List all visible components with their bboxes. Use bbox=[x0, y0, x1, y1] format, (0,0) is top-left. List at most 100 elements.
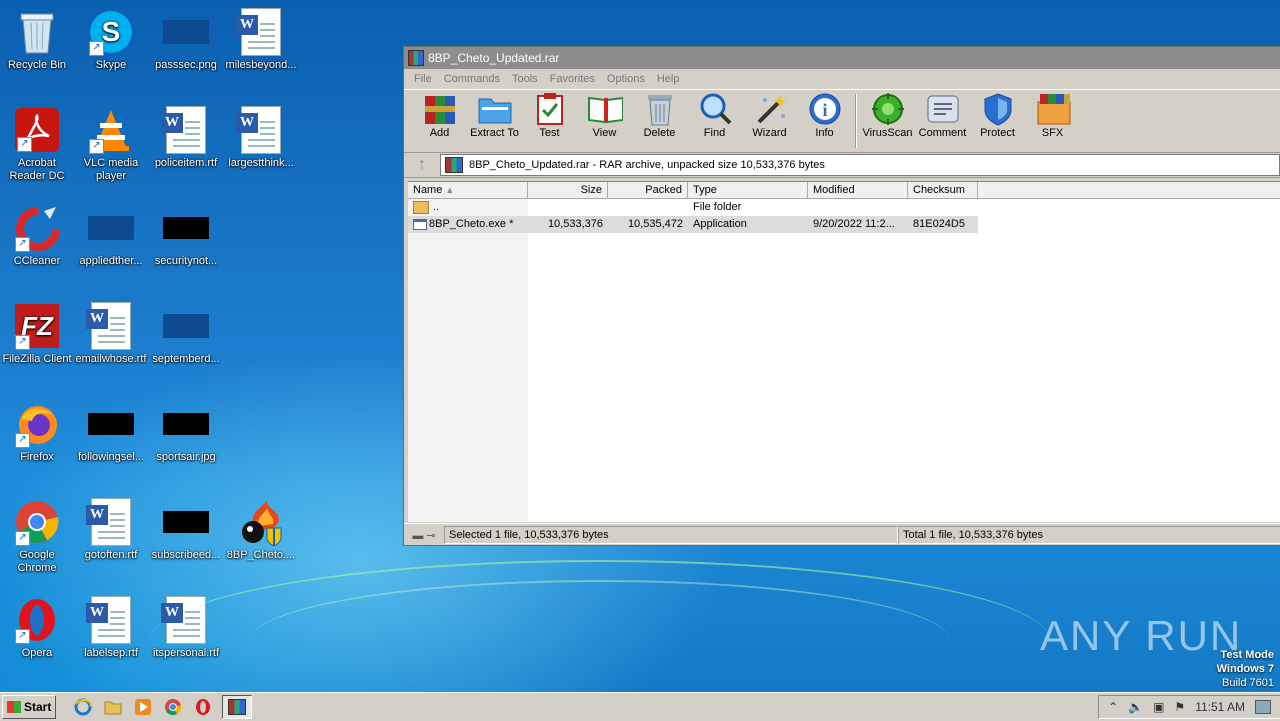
start-button[interactable]: Start bbox=[2, 695, 57, 719]
desktop-icon-septemberd[interactable]: septemberd... bbox=[149, 296, 223, 366]
desktop-icon-vlc[interactable]: ↗ VLC media player bbox=[74, 100, 148, 183]
file-name: .. bbox=[433, 201, 440, 213]
sfx-button-label: SFX bbox=[1041, 127, 1064, 139]
menu-file[interactable]: File bbox=[408, 73, 438, 85]
desktop-icon-skype[interactable]: S ↗ Skype bbox=[74, 2, 148, 72]
file-checksum: 81E024D5 bbox=[908, 216, 978, 233]
chrome-taskbar-icon[interactable] bbox=[162, 696, 184, 718]
internet-explorer-icon[interactable] bbox=[72, 696, 94, 718]
desktop-icon-filezilla[interactable]: FZ ↗ FileZilla Client bbox=[0, 296, 74, 366]
network-icon[interactable]: ▣ bbox=[1153, 700, 1164, 714]
column-header-modified[interactable]: Modified bbox=[808, 182, 908, 198]
desktop-icon-milesbeyond[interactable]: W milesbeyond... bbox=[224, 2, 298, 72]
file-type: Application bbox=[688, 216, 808, 233]
desktop-icon-appliedther[interactable]: appliedther... bbox=[74, 198, 148, 268]
find-button[interactable]: Find bbox=[687, 90, 742, 139]
shortcut-arrow-icon: ↗ bbox=[89, 139, 104, 154]
show-desktop-icon[interactable] bbox=[1255, 700, 1271, 714]
file-size bbox=[528, 199, 608, 216]
desktop-icon-passsec[interactable]: passsec.png bbox=[149, 2, 223, 72]
column-header-name[interactable]: Name ▲ bbox=[408, 182, 528, 198]
wizard-button[interactable]: Wizard bbox=[742, 90, 797, 139]
add-button[interactable]: Add bbox=[412, 90, 467, 139]
desktop-icon-label: Opera bbox=[21, 647, 53, 659]
desktop-icon-8bp-cheto[interactable]: 8BP_Cheto.... bbox=[224, 492, 298, 562]
desktop-icon-recycle-bin[interactable]: Recycle Bin bbox=[0, 2, 74, 72]
column-header-type[interactable]: Type bbox=[688, 182, 808, 198]
column-header-size[interactable]: Size bbox=[528, 182, 608, 198]
volume-icon[interactable]: 🔈 bbox=[1128, 700, 1143, 714]
comment-button[interactable]: Comment bbox=[915, 90, 970, 139]
opera-taskbar-icon[interactable] bbox=[192, 696, 214, 718]
word-document-icon: W bbox=[86, 302, 131, 350]
desktop-icon-sportsair[interactable]: sportsair.jpg bbox=[149, 394, 223, 464]
address-text: 8BP_Cheto_Updated.rar - RAR archive, unp… bbox=[469, 159, 825, 171]
desktop-icon-label: Skype bbox=[95, 59, 127, 71]
address-field[interactable]: 8BP_Cheto_Updated.rar - RAR archive, unp… bbox=[440, 154, 1280, 176]
file-list-header: Name ▲ Size Packed Type Modified Checksu… bbox=[408, 182, 1280, 199]
status-bar: ▬ ⊸ Selected 1 file, 10,533,376 bytes To… bbox=[404, 523, 1280, 546]
view-button-label: View bbox=[592, 127, 617, 139]
desktop-icon-label: securitynot... bbox=[154, 255, 218, 267]
sfx-button[interactable]: SFX bbox=[1025, 90, 1080, 139]
magic-wand-icon bbox=[757, 94, 787, 124]
window-titlebar[interactable]: 8BP_Cheto_Updated.rar bbox=[404, 47, 1280, 69]
windows-version-line: Windows 7 bbox=[1216, 663, 1274, 675]
build-line: Build 7601 bbox=[1222, 677, 1274, 689]
word-document-icon: W bbox=[236, 106, 281, 154]
info-button[interactable]: i Info bbox=[797, 90, 852, 139]
view-button[interactable]: View bbox=[577, 90, 632, 139]
desktop-icon-labelsep[interactable]: W labelsep.rtf bbox=[74, 590, 148, 660]
virusscan-button-label: VirusScan bbox=[862, 127, 913, 139]
extract-to-button[interactable]: Extract To bbox=[467, 90, 522, 139]
desktop-icon-emailwhose[interactable]: W emailwhose.rtf bbox=[74, 296, 148, 366]
desktop-icon-label: subscribeed... bbox=[151, 549, 221, 561]
winrar-taskbar-icon[interactable] bbox=[222, 695, 253, 719]
desktop-icon-acrobat[interactable]: ↗ Acrobat Reader DC bbox=[0, 100, 74, 183]
file-row-selected[interactable]: 8BP_Cheto.exe * 10,533,376 10,535,472 Ap… bbox=[408, 216, 1280, 233]
menu-help[interactable]: Help bbox=[651, 73, 686, 85]
media-player-icon[interactable] bbox=[132, 696, 154, 718]
desktop-icon-ccleaner[interactable]: ↗ CCleaner bbox=[0, 198, 74, 268]
desktop-icon-opera[interactable]: ↗ Opera bbox=[0, 590, 74, 660]
desktop-icon-largestthink[interactable]: W largestthink... bbox=[224, 100, 298, 170]
file-name-cell: 8BP_Cheto.exe * bbox=[408, 216, 528, 233]
delete-button[interactable]: Delete bbox=[632, 90, 687, 139]
desktop-icon-chrome[interactable]: ↗ Google Chrome bbox=[0, 492, 74, 575]
up-arrow-icon[interactable]: ↑ bbox=[404, 156, 440, 174]
desktop-icon-followingsel[interactable]: followingsel... bbox=[74, 394, 148, 464]
column-header-packed[interactable]: Packed bbox=[608, 182, 688, 198]
desktop-icon-firefox[interactable]: ↗ Firefox bbox=[0, 394, 74, 464]
status-total: Total 1 file, 10,533,376 bytes bbox=[898, 526, 1280, 544]
virusscan-button[interactable]: VirusScan bbox=[860, 90, 915, 139]
menu-commands[interactable]: Commands bbox=[438, 73, 506, 85]
desktop-icon-securitynot[interactable]: securitynot... bbox=[149, 198, 223, 268]
menu-favorites[interactable]: Favorites bbox=[544, 73, 601, 85]
word-document-icon: W bbox=[236, 8, 281, 56]
protect-button[interactable]: Protect bbox=[970, 90, 1025, 139]
recycle-bin-icon bbox=[20, 13, 54, 54]
wallpaper-streak bbox=[250, 580, 950, 692]
file-list[interactable]: Name ▲ Size Packed Type Modified Checksu… bbox=[408, 181, 1280, 522]
extract-to-button-label: Extract To bbox=[470, 127, 519, 139]
menu-tools[interactable]: Tools bbox=[506, 73, 544, 85]
action-center-flag-icon[interactable]: ⚑ bbox=[1174, 700, 1185, 714]
acrobat-icon: ↗ bbox=[15, 108, 59, 152]
name-column-background bbox=[408, 199, 528, 522]
show-hidden-icons-icon[interactable]: ⌃ bbox=[1108, 700, 1118, 714]
desktop-icon-subscribeed[interactable]: subscribeed... bbox=[149, 492, 223, 562]
file-row-parent[interactable]: .. File folder bbox=[408, 199, 1280, 216]
desktop-icon-gotoften[interactable]: W gotoften.rtf bbox=[74, 492, 148, 562]
column-header-checksum[interactable]: Checksum bbox=[908, 182, 978, 198]
desktop-icon-itspersonal[interactable]: W itspersonal.rtf bbox=[149, 590, 223, 660]
explorer-folder-icon[interactable] bbox=[102, 696, 124, 718]
file-size: 10,533,376 bbox=[528, 216, 608, 233]
status-selected: Selected 1 file, 10,533,376 bytes bbox=[444, 526, 898, 544]
winrar-window[interactable]: 8BP_Cheto_Updated.rar File Commands Tool… bbox=[403, 46, 1280, 546]
info-icon: i bbox=[809, 93, 840, 125]
rar-archive-icon bbox=[445, 157, 463, 173]
desktop-icon-policeitem[interactable]: W policeitem.rtf bbox=[149, 100, 223, 170]
menu-options[interactable]: Options bbox=[601, 73, 651, 85]
clock[interactable]: 11:51 AM bbox=[1195, 700, 1245, 714]
test-button[interactable]: Test bbox=[522, 90, 577, 139]
